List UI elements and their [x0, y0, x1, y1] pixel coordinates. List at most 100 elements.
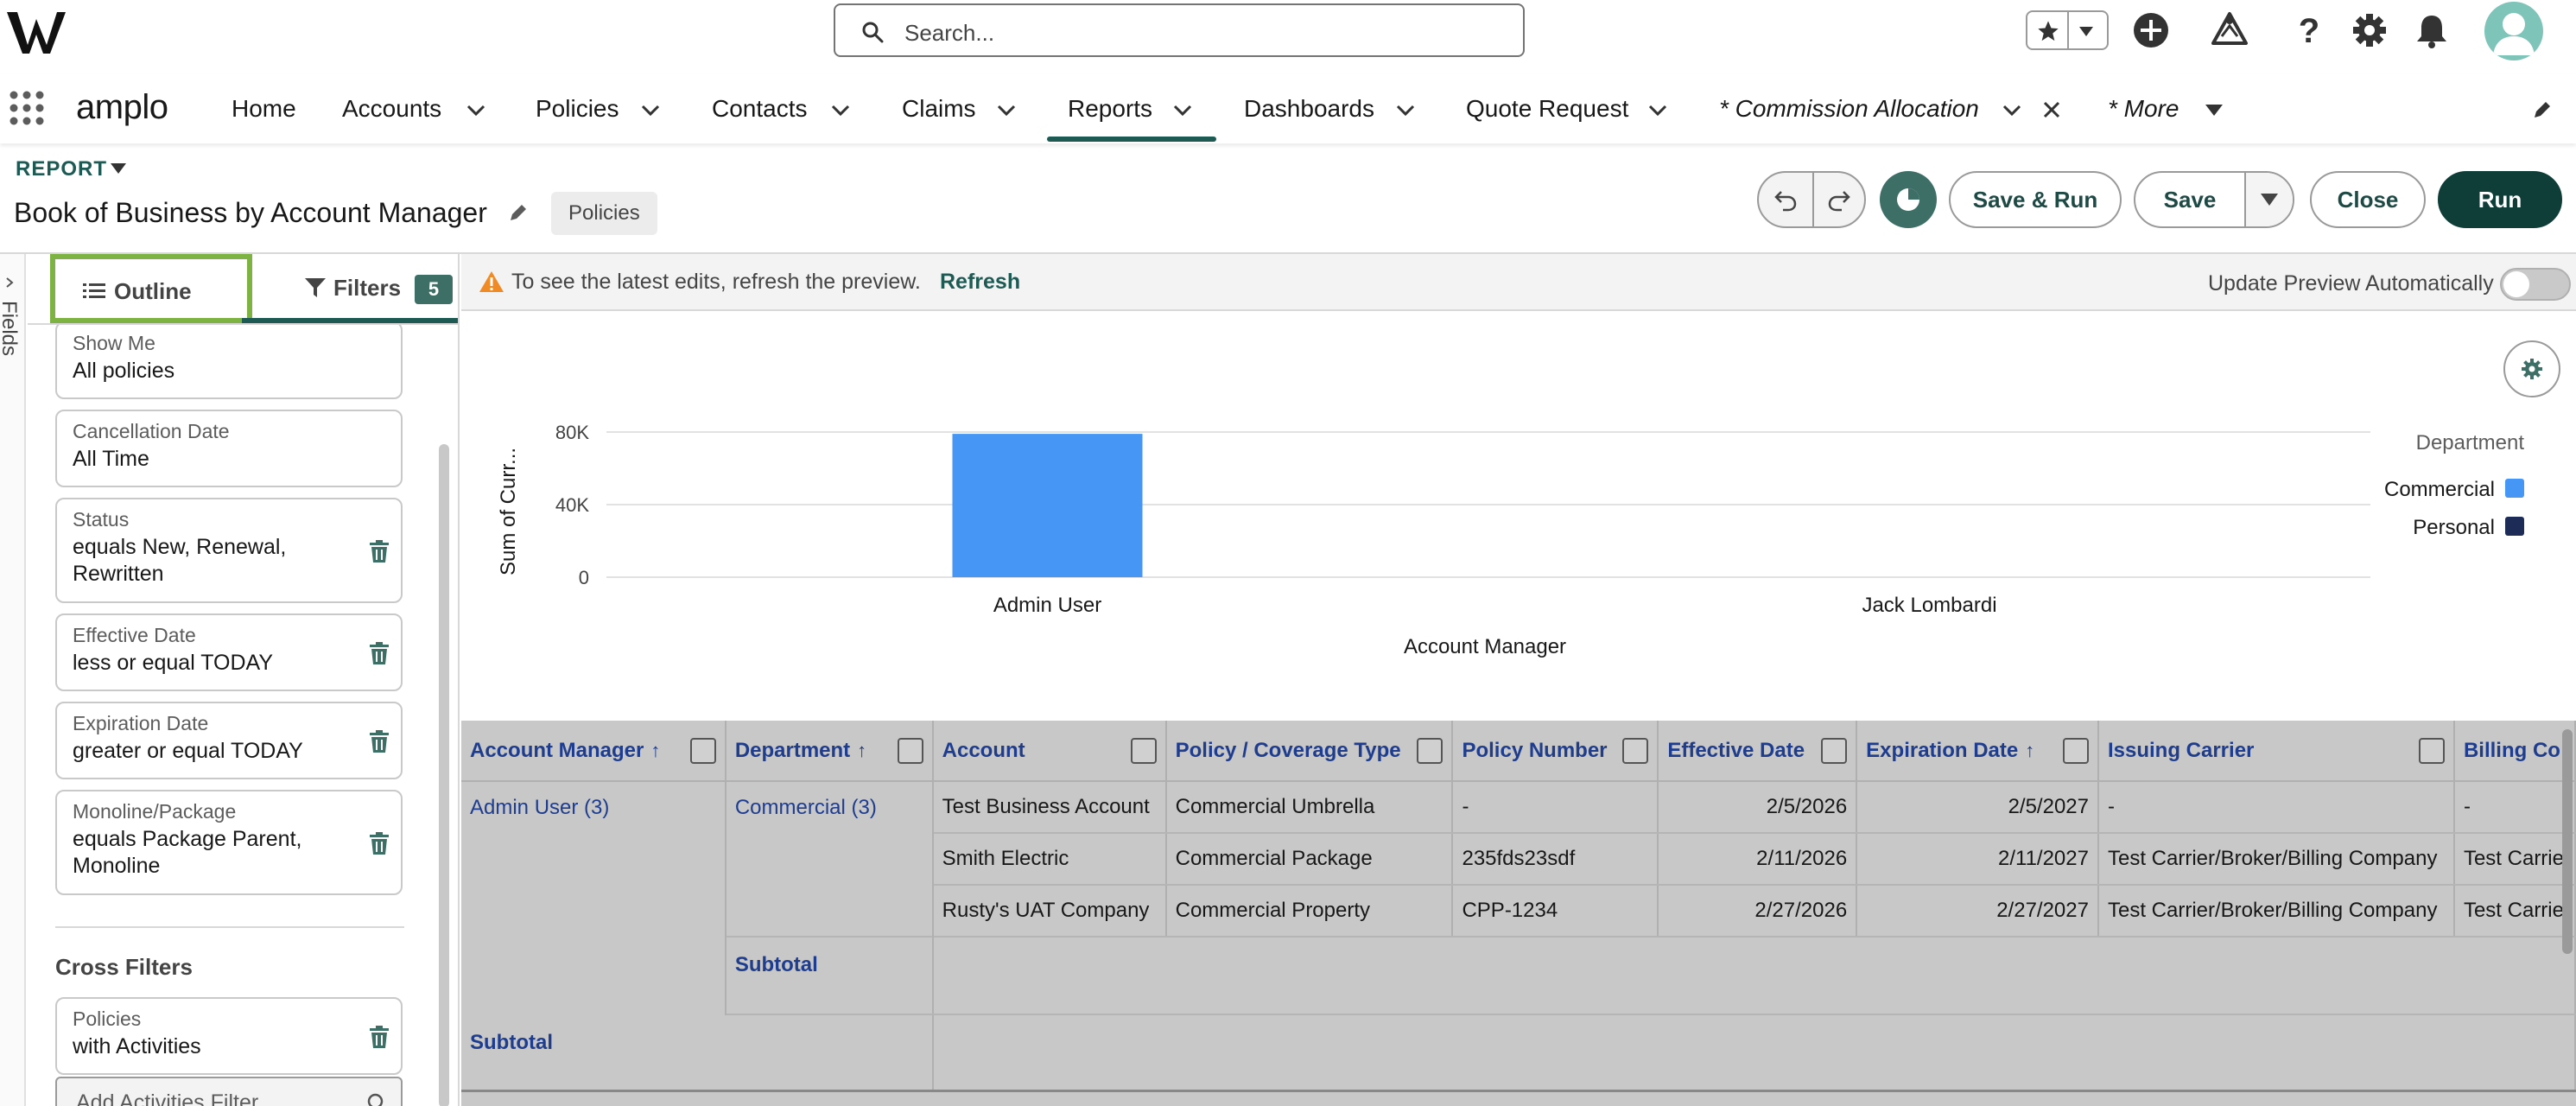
column-menu-button[interactable] — [1130, 738, 1157, 764]
group-department[interactable]: Commercial (3) — [725, 781, 934, 833]
chevron-down-icon[interactable] — [995, 99, 1018, 121]
tab-filters[interactable]: Filters 5 — [242, 254, 458, 323]
undo-icon[interactable] — [1773, 187, 1799, 213]
chevron-down-icon[interactable] — [1394, 99, 1417, 121]
column-menu-button[interactable] — [2062, 738, 2089, 764]
notifications-bell-icon[interactable] — [2412, 10, 2452, 50]
cell-effective-date: 2/11/2026 — [1658, 833, 1858, 886]
column-menu-button[interactable] — [1622, 738, 1649, 764]
nav-active-indicator — [1047, 137, 1216, 142]
report-table: Account Manager ↑ Department ↑ Account Pol… — [461, 721, 2576, 1106]
column-header-label: Policy / Coverage Type — [1175, 738, 1401, 762]
filter-effective-date[interactable]: Effective Date less or equal TODAY — [55, 613, 403, 691]
nav-item-contacts[interactable]: Contacts — [712, 95, 808, 123]
column-header-effective-date[interactable]: Effective Date — [1658, 721, 1858, 782]
save-and-run-button[interactable]: Save & Run — [1949, 171, 2122, 228]
table-scrollbar[interactable] — [2562, 729, 2573, 954]
chevron-down-icon[interactable] — [1171, 99, 1194, 121]
help-icon[interactable]: ? — [2289, 10, 2329, 50]
close-button[interactable]: Close — [2310, 171, 2426, 228]
nav-item-dashboards[interactable]: Dashboards — [1244, 95, 1374, 123]
trash-icon[interactable] — [368, 729, 390, 753]
filters-count-badge: 5 — [415, 275, 453, 304]
report-menu-caret-icon[interactable] — [109, 161, 128, 176]
chevron-down-icon[interactable] — [465, 99, 487, 121]
column-menu-button[interactable] — [897, 738, 923, 764]
trash-icon[interactable] — [368, 1025, 390, 1049]
fields-panel-rail[interactable]: Fields — [0, 254, 26, 1106]
refresh-link[interactable]: Refresh — [940, 270, 1020, 295]
settings-gear-icon[interactable] — [2350, 10, 2389, 50]
edit-title-pencil-icon[interactable] — [508, 202, 529, 223]
empty-cell — [461, 833, 726, 885]
toggle-chart-button[interactable] — [1880, 171, 1937, 228]
add-icon[interactable] — [2131, 10, 2171, 50]
app-launcher-icon[interactable] — [9, 90, 45, 126]
column-header-issuing-carrier[interactable]: Issuing Carrier — [2097, 721, 2455, 782]
column-menu-button[interactable] — [1821, 738, 1848, 764]
save-button[interactable]: Save — [2135, 173, 2244, 226]
column-header-expiration-date[interactable]: Expiration Date ↑ — [1856, 721, 2099, 782]
search-icon — [862, 22, 884, 43]
nav-item-commission-allocation[interactable]: * Commission Allocation — [1719, 95, 1979, 123]
add-activities-filter-input[interactable]: Add Activities Filter — [55, 1077, 403, 1106]
user-avatar[interactable] — [2484, 2, 2543, 60]
chart-y-tick-label: 0 — [579, 567, 589, 588]
column-menu-button[interactable] — [689, 738, 716, 764]
nav-item-home[interactable]: Home — [232, 95, 296, 123]
column-menu-button[interactable] — [1417, 738, 1443, 764]
auto-update-toggle[interactable] — [2500, 268, 2571, 301]
nav-item-claims[interactable]: Claims — [902, 95, 976, 123]
edit-nav-pencil-icon[interactable] — [2531, 99, 2554, 121]
redo-icon[interactable] — [1826, 187, 1852, 213]
global-search-input[interactable]: Search... — [834, 3, 1525, 57]
nav-item-accounts[interactable]: Accounts — [342, 95, 441, 123]
chevron-down-icon[interactable] — [2001, 99, 2023, 121]
filter-cancellation-date[interactable]: Cancellation Date All Time — [55, 410, 403, 487]
chart-gridlines — [606, 431, 2370, 578]
column-header-billing-company[interactable]: Billing Co — [2453, 721, 2576, 782]
column-header-department[interactable]: Department ↑ — [725, 721, 934, 782]
chart-y-tick-label: 40K — [555, 494, 589, 516]
filter-status[interactable]: Status equals New, Renewal, Rewritten — [55, 498, 403, 603]
filter-show-me[interactable]: Show Me All policies — [55, 325, 403, 399]
report-label[interactable]: REPORT — [16, 157, 107, 181]
empty-cell — [725, 885, 934, 937]
column-header-policy-coverage-type[interactable]: Policy / Coverage Type — [1165, 721, 1454, 782]
chart-settings-button[interactable] — [2503, 340, 2560, 397]
column-menu-button[interactable] — [2418, 738, 2445, 764]
tab-outline[interactable]: Outline — [50, 254, 252, 323]
group-account-manager[interactable]: Admin User (3) — [461, 781, 726, 833]
trailhead-icon[interactable] — [2210, 10, 2249, 50]
save-options-dropdown[interactable] — [2246, 173, 2293, 226]
chart-bar — [952, 434, 1143, 577]
filter-monoline-package[interactable]: Monoline/Package equals Package Parent, … — [55, 790, 403, 895]
caret-down-icon[interactable] — [2203, 99, 2225, 121]
chevron-down-icon[interactable] — [829, 99, 852, 121]
filters-scrollbar[interactable] — [439, 444, 449, 1106]
column-header-policy-number[interactable]: Policy Number — [1452, 721, 1659, 782]
search-placeholder: Search... — [904, 20, 995, 46]
report-builder: Fields Outline Filters 5 Show Me All pol… — [0, 252, 2576, 1106]
chart-x-axis-label: Account Manager — [1404, 635, 1566, 658]
trash-icon[interactable] — [368, 539, 390, 563]
nav-item-policies[interactable]: Policies — [536, 95, 619, 123]
nav-item-quote-request[interactable]: Quote Request — [1466, 95, 1628, 123]
nav-item-more[interactable]: * More — [2108, 95, 2179, 123]
filter-label: Cancellation Date — [73, 420, 230, 442]
chevron-down-icon[interactable] — [1646, 99, 1669, 121]
trash-icon[interactable] — [368, 831, 390, 855]
trash-icon[interactable] — [368, 641, 390, 665]
company-logo-icon[interactable] — [5, 7, 67, 55]
run-button[interactable]: Run — [2438, 171, 2562, 228]
star-icon[interactable] — [2036, 19, 2060, 43]
column-header-account-manager[interactable]: Account Manager ↑ — [461, 721, 726, 782]
column-header-account[interactable]: Account — [932, 721, 1167, 782]
cell-account: Rusty's UAT Company — [932, 885, 1167, 938]
close-tab-icon[interactable] — [2040, 99, 2063, 121]
cross-filter-policies-activities[interactable]: Policies with Activities — [55, 997, 403, 1075]
chevron-down-icon[interactable] — [639, 99, 662, 121]
filter-expiration-date[interactable]: Expiration Date greater or equal TODAY — [55, 702, 403, 779]
nav-item-reports[interactable]: Reports — [1068, 95, 1152, 123]
favorites-dropdown-icon[interactable] — [2076, 22, 2097, 40]
